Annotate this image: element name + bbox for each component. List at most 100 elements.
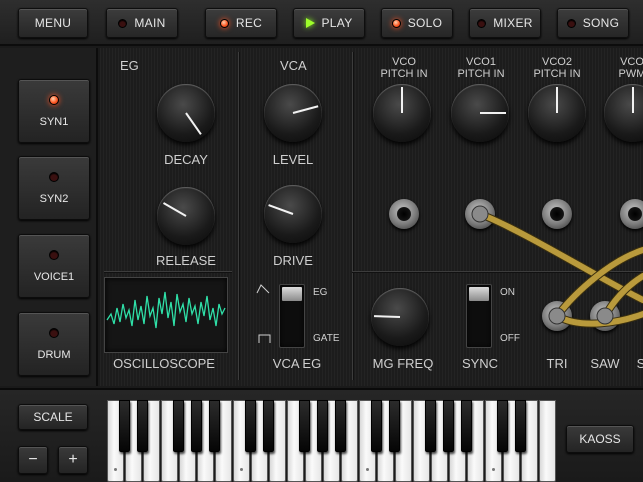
syn2-led [49,171,59,182]
main-led [118,18,128,28]
level-knob[interactable] [264,84,322,142]
patch-cables [471,205,643,328]
vco2-pitch-in-indicator [556,87,558,113]
release-knob[interactable] [157,187,215,245]
tri-label: TRI [546,356,568,371]
scale-button[interactable]: SCALE [18,404,88,430]
vca-eg-label: VCA EG [272,356,322,371]
vco-pitch-in-label: VCO PITCH IN [380,56,427,80]
waveform-graphic [106,291,226,329]
vco1-pitch-in-text: VCO1 PITCH IN [457,56,505,80]
voice1-led [49,249,59,260]
piano-keyboard[interactable] [107,400,559,482]
vco-pitch-in-text: VCO PITCH IN [380,56,428,80]
toolbar: MENU MAIN REC PLAY SOLO MIXER SONG [0,0,643,46]
vco1-pitch-in-label: VCO1 PITCH IN [457,56,504,80]
syn1-led [49,94,59,105]
vca-eg-switch-lever[interactable] [282,287,302,301]
black-key[interactable] [515,400,526,452]
decay-knob-indicator [185,112,202,135]
black-key[interactable] [209,400,220,452]
minus-icon: − [28,451,38,468]
black-key[interactable] [173,400,184,452]
voice-button-syn1[interactable]: SYN1 [18,79,90,143]
release-knob-indicator [163,202,187,217]
vco-pitch-in-knob[interactable] [373,84,431,142]
mg-freq-label: MG FREQ [372,356,434,371]
black-key[interactable] [371,400,382,452]
solo-led [391,18,401,28]
octave-up-button[interactable]: + [58,446,88,474]
black-key[interactable] [191,400,202,452]
square-label: S [636,356,643,371]
main-label: MAIN [134,16,166,30]
vca-eg-option-eg: EG [313,287,328,298]
gate-shape-icon [258,334,271,343]
solo-button[interactable]: SOLO [381,8,453,38]
rec-button[interactable]: REC [205,8,277,38]
key-marker [240,468,243,471]
black-key[interactable] [389,400,400,452]
oscilloscope-display [104,277,228,353]
level-knob-indicator [292,105,318,114]
drive-knob[interactable] [264,185,322,243]
vco2-pitch-in-label: VCO2 PITCH IN [533,56,580,80]
black-key[interactable] [245,400,256,452]
mixer-button[interactable]: MIXER [469,8,541,38]
vco1-pitch-in-knob[interactable] [451,84,509,142]
play-icon [305,18,315,28]
menu-button[interactable]: MENU [18,8,88,38]
mixer-label: MIXER [493,16,533,30]
divider [238,52,239,380]
song-led [566,18,576,28]
drive-knob-indicator [268,204,294,215]
play-label: PLAY [321,16,353,30]
syn1-label: SYN1 [39,115,69,128]
envelope-shape-icon [256,284,270,294]
kaoss-button[interactable]: KAOSS [566,425,634,453]
decay-label: DECAY [164,152,208,167]
vca-eg-option-gate: GATE [313,333,340,344]
black-key[interactable] [335,400,346,452]
voice-button-syn2[interactable]: SYN2 [18,156,90,220]
vco-pwm-text: VCO PWM [618,56,643,80]
play-button[interactable]: PLAY [293,8,365,38]
decay-knob[interactable] [157,84,215,142]
black-key[interactable] [461,400,472,452]
black-key[interactable] [443,400,454,452]
rec-label: REC [235,16,263,30]
drum-label: DRUM [37,348,71,361]
vco2-pitch-in-text: VCO2 PITCH IN [533,56,581,80]
black-key[interactable] [497,400,508,452]
black-key[interactable] [263,400,274,452]
syn2-label: SYN2 [39,192,69,205]
mixer-led [477,18,487,28]
black-key[interactable] [425,400,436,452]
white-key[interactable] [539,400,556,482]
voice-button-drum[interactable]: DRUM [18,312,90,376]
vco2-pitch-in-knob[interactable] [528,84,586,142]
vca-section-title: VCA [280,58,307,73]
vca-eg-switch[interactable] [279,284,305,348]
main-button[interactable]: MAIN [106,8,178,38]
voice-button-voice1[interactable]: VOICE1 [18,234,90,298]
key-marker [492,468,495,471]
black-key[interactable] [317,400,328,452]
voice-selector: SYN1 SYN2 VOICE1 DRUM [0,48,98,386]
vco-pwm-indicator [632,87,634,113]
key-marker [114,468,117,471]
release-label: RELEASE [156,253,216,268]
eg-section-title: EG [120,58,139,73]
key-marker [366,468,369,471]
vco-pitch-in-indicator [401,87,403,113]
black-key[interactable] [137,400,148,452]
rec-led [219,18,229,28]
black-key[interactable] [119,400,130,452]
menu-label: MENU [34,16,72,30]
octave-down-button[interactable]: − [18,446,48,474]
song-button[interactable]: SONG [557,8,629,38]
plus-icon: + [68,451,78,468]
vco1-pitch-in-indicator [480,112,506,114]
solo-label: SOLO [407,16,443,30]
black-key[interactable] [299,400,310,452]
